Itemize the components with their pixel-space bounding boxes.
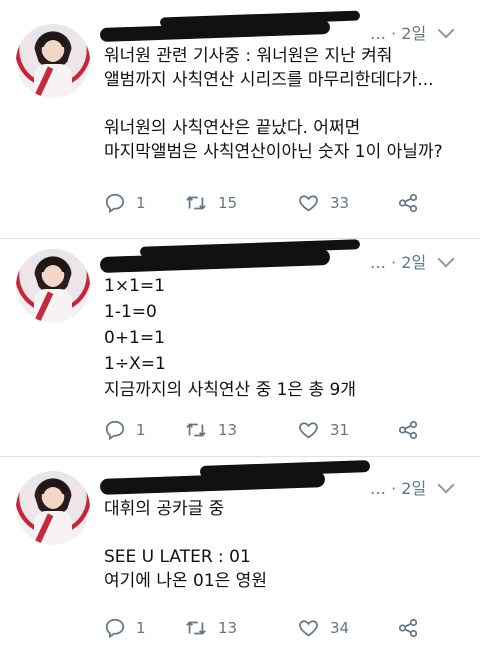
retweet-icon — [186, 423, 206, 437]
retweet-count: 13 — [218, 421, 238, 439]
avatar[interactable] — [16, 471, 90, 545]
retweet-button[interactable]: 13 — [184, 417, 237, 443]
tweet-text: 대휘의 공카글 중 SEE U LATER : 01 여기에 나온 01은 영원 — [104, 499, 267, 591]
tweet-actions: 1 13 34 — [104, 615, 434, 641]
retweet-button[interactable]: 13 — [184, 615, 237, 641]
tweet[interactable]: … · 2일 1×1=1 1-1=0 0+1=1 1÷X=1 지금까지의 사칙연… — [0, 239, 480, 456]
like-button[interactable]: 33 — [297, 190, 349, 216]
tweet-text: 워너원 관련 기사중 : 워너원은 지난 켜줘 앨범까지 사칙연산 시리즈를 마… — [104, 46, 443, 162]
like-count: 31 — [330, 421, 350, 439]
tweet-header: … · 2일 — [99, 239, 466, 274]
reply-count: 1 — [136, 421, 146, 439]
retweet-count: 15 — [218, 194, 238, 212]
tweet-header: … · 2일 — [99, 460, 466, 498]
reply-count: 1 — [136, 194, 146, 212]
chevron-down-icon[interactable] — [437, 476, 455, 494]
reply-count: 1 — [136, 619, 146, 637]
like-count: 33 — [330, 194, 350, 212]
like-button[interactable]: 31 — [297, 417, 349, 443]
reply-button[interactable]: 1 — [104, 190, 146, 216]
reply-button[interactable]: 1 — [104, 615, 146, 641]
share-button[interactable] — [396, 417, 420, 443]
tweet-text: 1×1=1 1-1=0 0+1=1 1÷X=1 지금까지의 사칙연산 중 1은 … — [104, 276, 356, 400]
tweet[interactable]: … · 2일 대휘의 공카글 중 SEE U LATER : 01 여기에 나온… — [0, 457, 480, 652]
chevron-down-icon[interactable] — [437, 21, 455, 39]
share-icon — [398, 193, 418, 213]
chevron-down-icon[interactable] — [437, 250, 455, 268]
like-button[interactable]: 34 — [297, 615, 349, 641]
retweet-icon — [186, 621, 206, 635]
retweet-button[interactable]: 15 — [184, 190, 237, 216]
share-button[interactable] — [396, 615, 420, 641]
share-button[interactable] — [396, 190, 420, 216]
like-count: 34 — [330, 619, 350, 637]
reply-button[interactable]: 1 — [104, 417, 146, 443]
tweet-timestamp[interactable]: … · 2일 — [370, 20, 426, 44]
avatar[interactable] — [16, 24, 90, 98]
retweet-icon — [186, 196, 206, 210]
tweet-timestamp[interactable]: … · 2일 — [370, 475, 426, 499]
reply-icon — [105, 420, 125, 441]
heart-icon — [299, 195, 318, 212]
tweet-actions: 1 15 33 — [104, 190, 434, 216]
tweet[interactable]: … · 2일 워너원 관련 기사중 : 워너원은 지난 켜줘 앨범까지 사칙연산… — [0, 0, 480, 238]
heart-icon — [299, 422, 318, 439]
reply-icon — [105, 193, 125, 214]
share-icon — [398, 618, 418, 638]
reply-icon — [105, 618, 125, 639]
avatar[interactable] — [16, 249, 90, 323]
share-icon — [398, 420, 418, 440]
tweet-header: … · 2일 — [99, 10, 466, 43]
tweet-actions: 1 13 31 — [104, 417, 434, 443]
retweet-count: 13 — [218, 619, 238, 637]
heart-icon — [299, 620, 318, 637]
tweet-timestamp[interactable]: … · 2일 — [370, 249, 426, 273]
